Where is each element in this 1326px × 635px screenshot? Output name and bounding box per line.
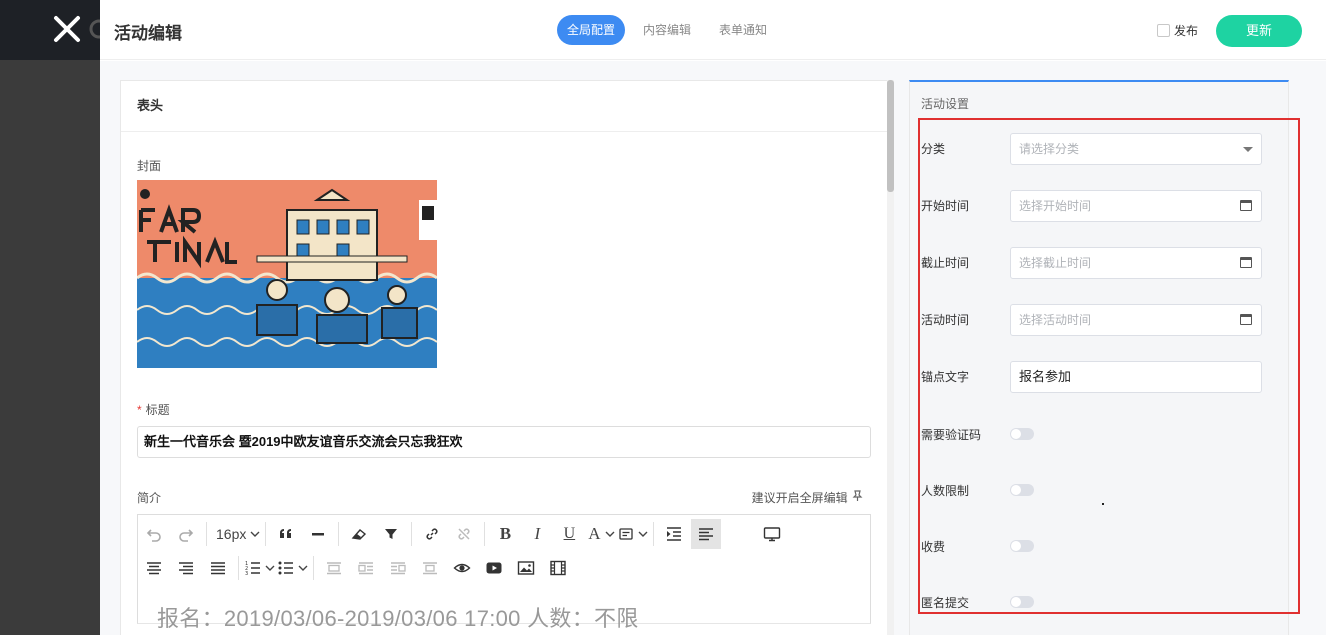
float-none-icon[interactable] (319, 553, 349, 583)
italic-icon[interactable]: I (522, 519, 552, 549)
calendar-icon (1240, 200, 1252, 211)
tab-group: 全局配置 内容编辑 表单通知 (557, 15, 785, 45)
captcha-toggle[interactable] (1010, 428, 1034, 440)
tab-content-edit[interactable]: 内容编辑 (633, 15, 701, 45)
top-bar: 活动编辑 全局配置 内容编辑 表单通知 发布 更新 (100, 0, 1326, 60)
tab-form-notify[interactable]: 表单通知 (709, 15, 777, 45)
editor-scrollbar[interactable] (887, 80, 894, 635)
header-section-card: 表头 封面 * 标题 新生一代音乐会 暨2019中欧友谊音乐交流会只忘我狂欢 简… (120, 80, 888, 635)
fee-toggle[interactable] (1010, 540, 1034, 552)
chevron-down-icon (638, 531, 648, 537)
headcount-limit-label: 人数限制 (921, 484, 970, 498)
category-label: 分类 (921, 142, 946, 156)
checkbox-box[interactable] (1157, 24, 1170, 37)
float-left-icon[interactable] (351, 553, 381, 583)
calendar-icon (1240, 314, 1252, 325)
video-play-icon[interactable] (479, 553, 509, 583)
title-label: * 标题 (137, 403, 170, 417)
end-time-label: 截止时间 (921, 256, 970, 270)
close-icon[interactable] (50, 12, 84, 46)
float-right-icon[interactable] (383, 553, 413, 583)
image-icon[interactable] (511, 553, 541, 583)
fullscreen-monitor-icon[interactable] (757, 519, 787, 549)
chevron-down-icon (1243, 147, 1253, 152)
film-icon[interactable] (543, 553, 573, 583)
left-backdrop (0, 0, 100, 635)
bullet-list-icon[interactable] (277, 553, 308, 583)
chat-bubble-icon (88, 18, 100, 40)
anonymous-submit-label: 匿名提交 (921, 596, 970, 610)
fullscreen-hint-link[interactable]: 建议开启全屏编辑 (752, 489, 863, 506)
pin-icon (852, 490, 863, 501)
indent-icon[interactable] (659, 519, 689, 549)
toolbar-divider (313, 556, 314, 580)
toolbar-divider (206, 522, 207, 546)
anchor-text-label: 锚点文字 (921, 370, 970, 384)
toolbar-divider (238, 556, 239, 580)
filter-icon[interactable] (376, 519, 406, 549)
end-time-picker[interactable]: 选择截止时间 (1010, 247, 1262, 279)
preview-eye-icon[interactable] (447, 553, 477, 583)
toolbar-row-1: 16px B I U A (138, 517, 788, 551)
headcount-limit-toggle[interactable] (1010, 484, 1034, 496)
update-button[interactable]: 更新 (1216, 15, 1302, 47)
event-time-picker[interactable]: 选择活动时间 (1010, 304, 1262, 336)
publish-checkbox[interactable]: 发布 (1157, 22, 1198, 39)
horizontal-rule-icon[interactable] (303, 519, 333, 549)
start-time-picker[interactable]: 选择开始时间 (1010, 190, 1262, 222)
unlink-icon[interactable] (449, 519, 479, 549)
toolbar-divider (338, 522, 340, 546)
chevron-down-icon (605, 531, 614, 537)
start-time-label: 开始时间 (921, 199, 970, 213)
redo-icon[interactable] (171, 519, 201, 549)
section-title: 表头 (121, 81, 887, 132)
calendar-icon (1240, 257, 1252, 268)
anchor-text-input[interactable]: 报名参加 (1010, 361, 1262, 393)
toolbar-divider (484, 522, 486, 546)
cover-image[interactable] (137, 180, 437, 368)
align-center-icon[interactable] (139, 553, 169, 583)
intro-label: 简介 (137, 491, 162, 505)
font-color-icon[interactable]: A (586, 519, 616, 549)
tab-global-config[interactable]: 全局配置 (557, 15, 626, 45)
stray-dot (1102, 503, 1104, 505)
font-size-select[interactable]: 16px (212, 519, 260, 549)
captcha-label: 需要验证码 (921, 428, 982, 442)
toolbar-divider (265, 522, 267, 546)
title-input[interactable]: 新生一代音乐会 暨2019中欧友谊音乐交流会只忘我狂欢 (137, 426, 871, 458)
chevron-down-icon (298, 565, 308, 571)
eraser-icon[interactable] (344, 519, 374, 549)
category-select[interactable]: 请选择分类 (1010, 133, 1262, 165)
undo-icon[interactable] (139, 519, 169, 549)
align-right-icon[interactable] (171, 553, 201, 583)
anonymous-submit-toggle[interactable] (1010, 596, 1034, 608)
align-justify-icon[interactable] (203, 553, 233, 583)
svg-text:3: 3 (245, 571, 248, 576)
scrollbar-thumb[interactable] (887, 80, 894, 192)
bold-icon[interactable]: B (490, 519, 520, 549)
align-left-icon[interactable] (691, 519, 722, 549)
page-title: 活动编辑 (114, 24, 182, 43)
editor-content-preview[interactable]: 报名：2019/03/06-2019/03/06 17:00 人数：不限 (157, 601, 639, 633)
paragraph-format-icon[interactable] (618, 519, 648, 549)
cover-label: 封面 (137, 159, 162, 173)
chevron-down-icon (265, 565, 275, 571)
quote-icon[interactable] (271, 519, 301, 549)
fee-label: 收费 (921, 540, 946, 554)
toolbar-divider (411, 522, 413, 546)
settings-title: 活动设置 (921, 97, 970, 111)
chevron-down-icon (250, 531, 260, 537)
event-time-label: 活动时间 (921, 313, 970, 327)
ordered-list-icon[interactable]: 123 (244, 553, 275, 583)
publish-label: 发布 (1174, 24, 1199, 38)
float-center-icon[interactable] (415, 553, 445, 583)
toolbar-row-2: 123 (138, 551, 574, 585)
toolbar-divider (653, 522, 655, 546)
link-icon[interactable] (417, 519, 447, 549)
underline-icon[interactable]: U (554, 519, 584, 549)
